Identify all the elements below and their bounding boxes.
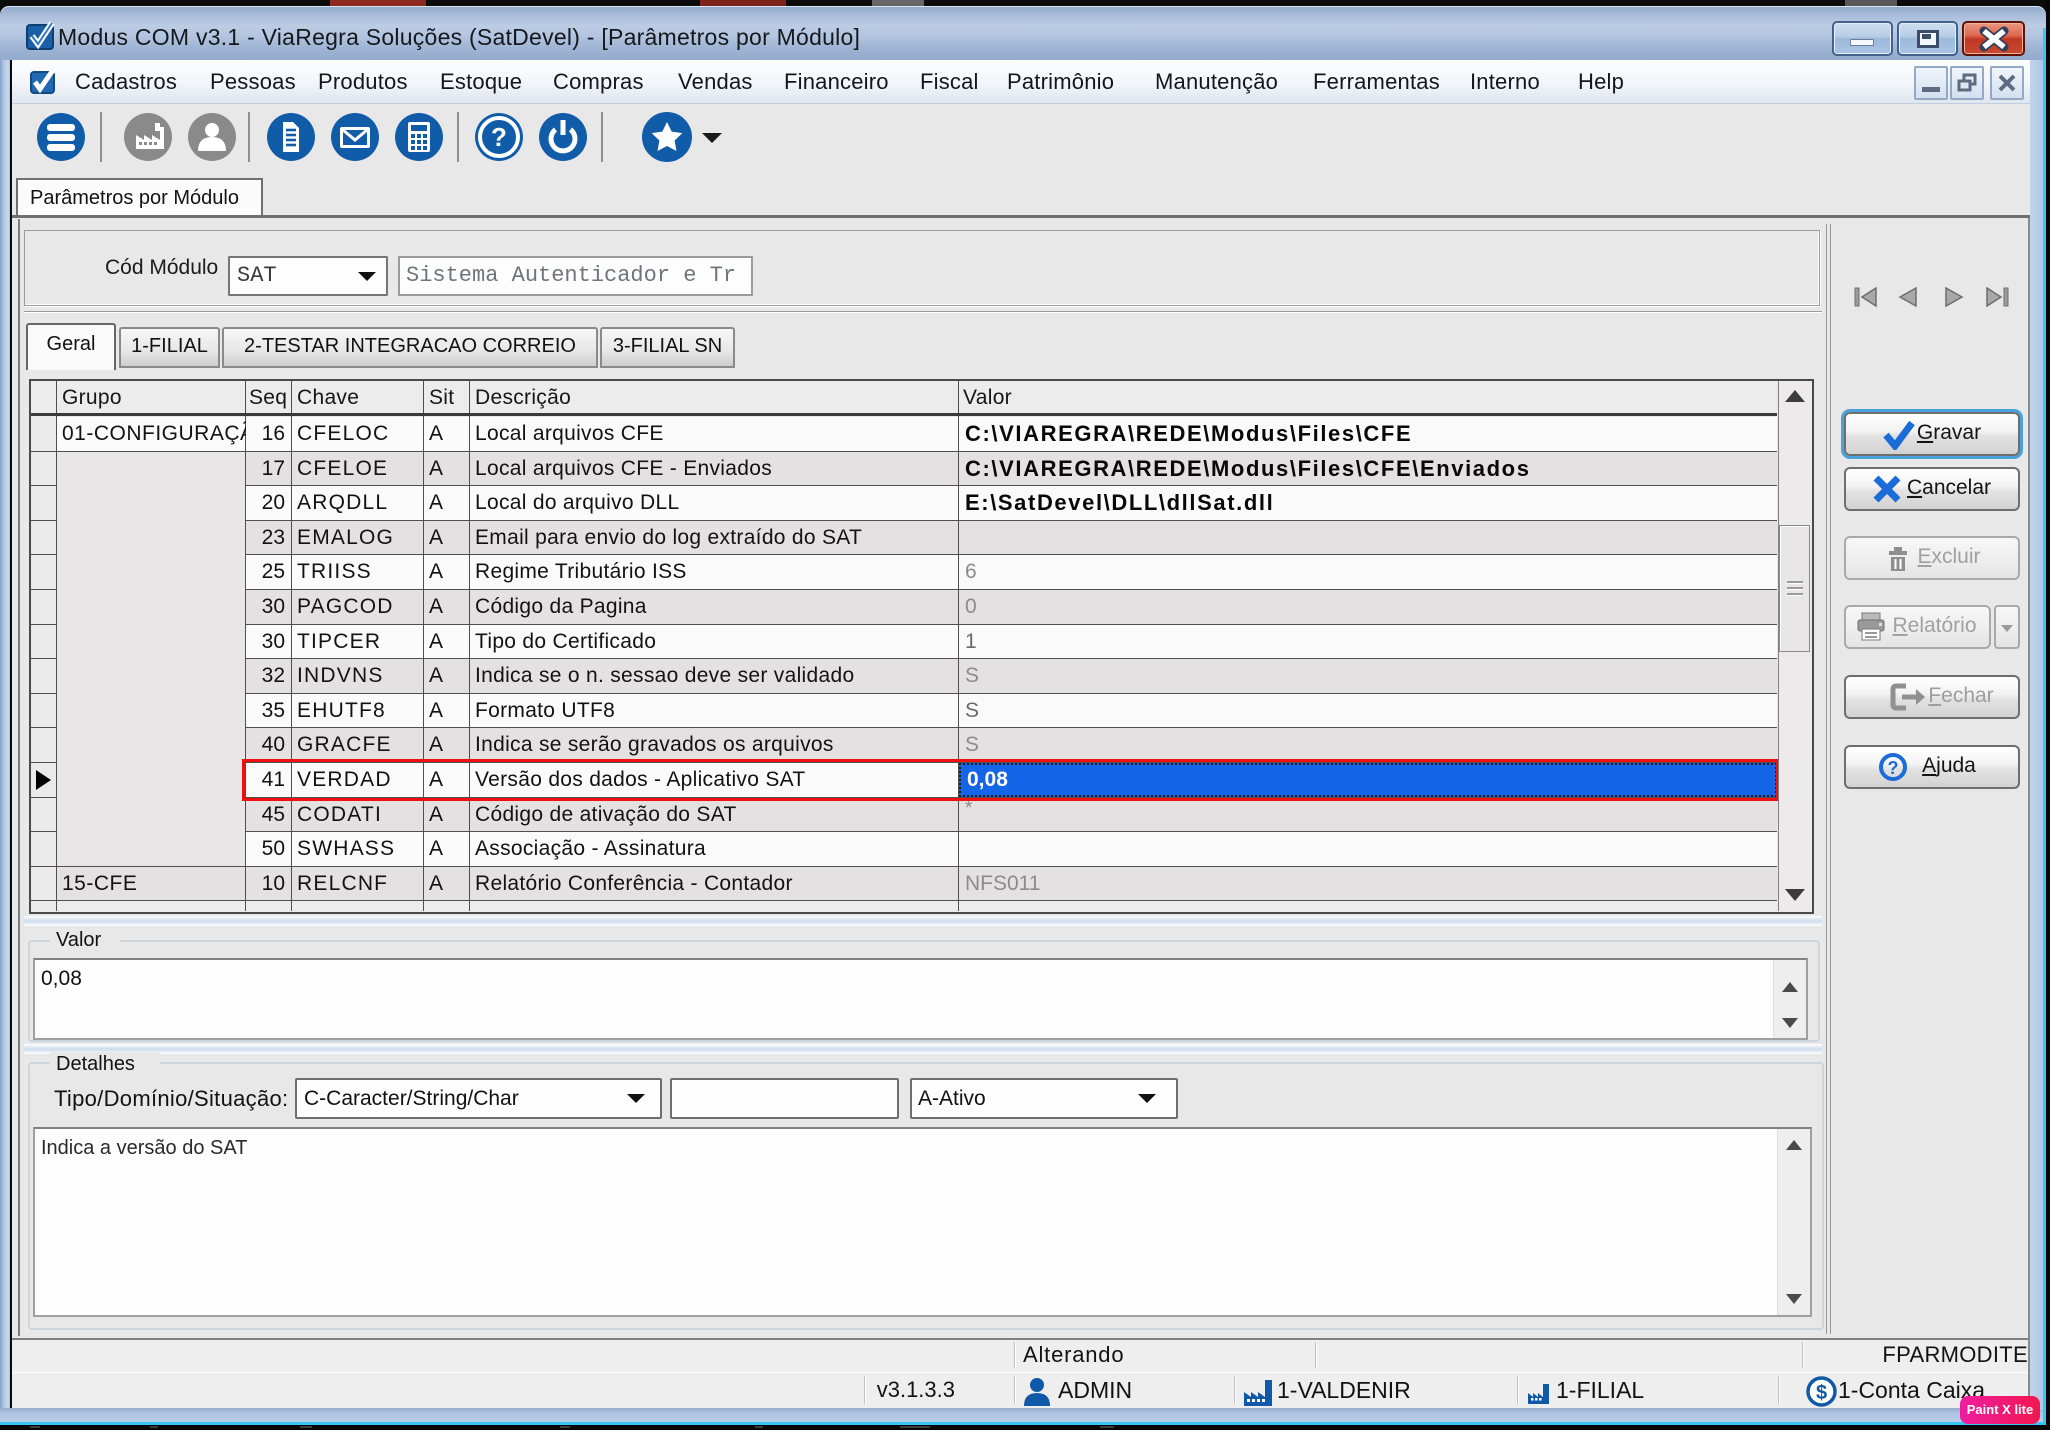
svg-text:$: $ <box>1816 1382 1827 1404</box>
svg-text:?: ? <box>491 122 507 152</box>
svg-text:?: ? <box>1888 758 1899 778</box>
